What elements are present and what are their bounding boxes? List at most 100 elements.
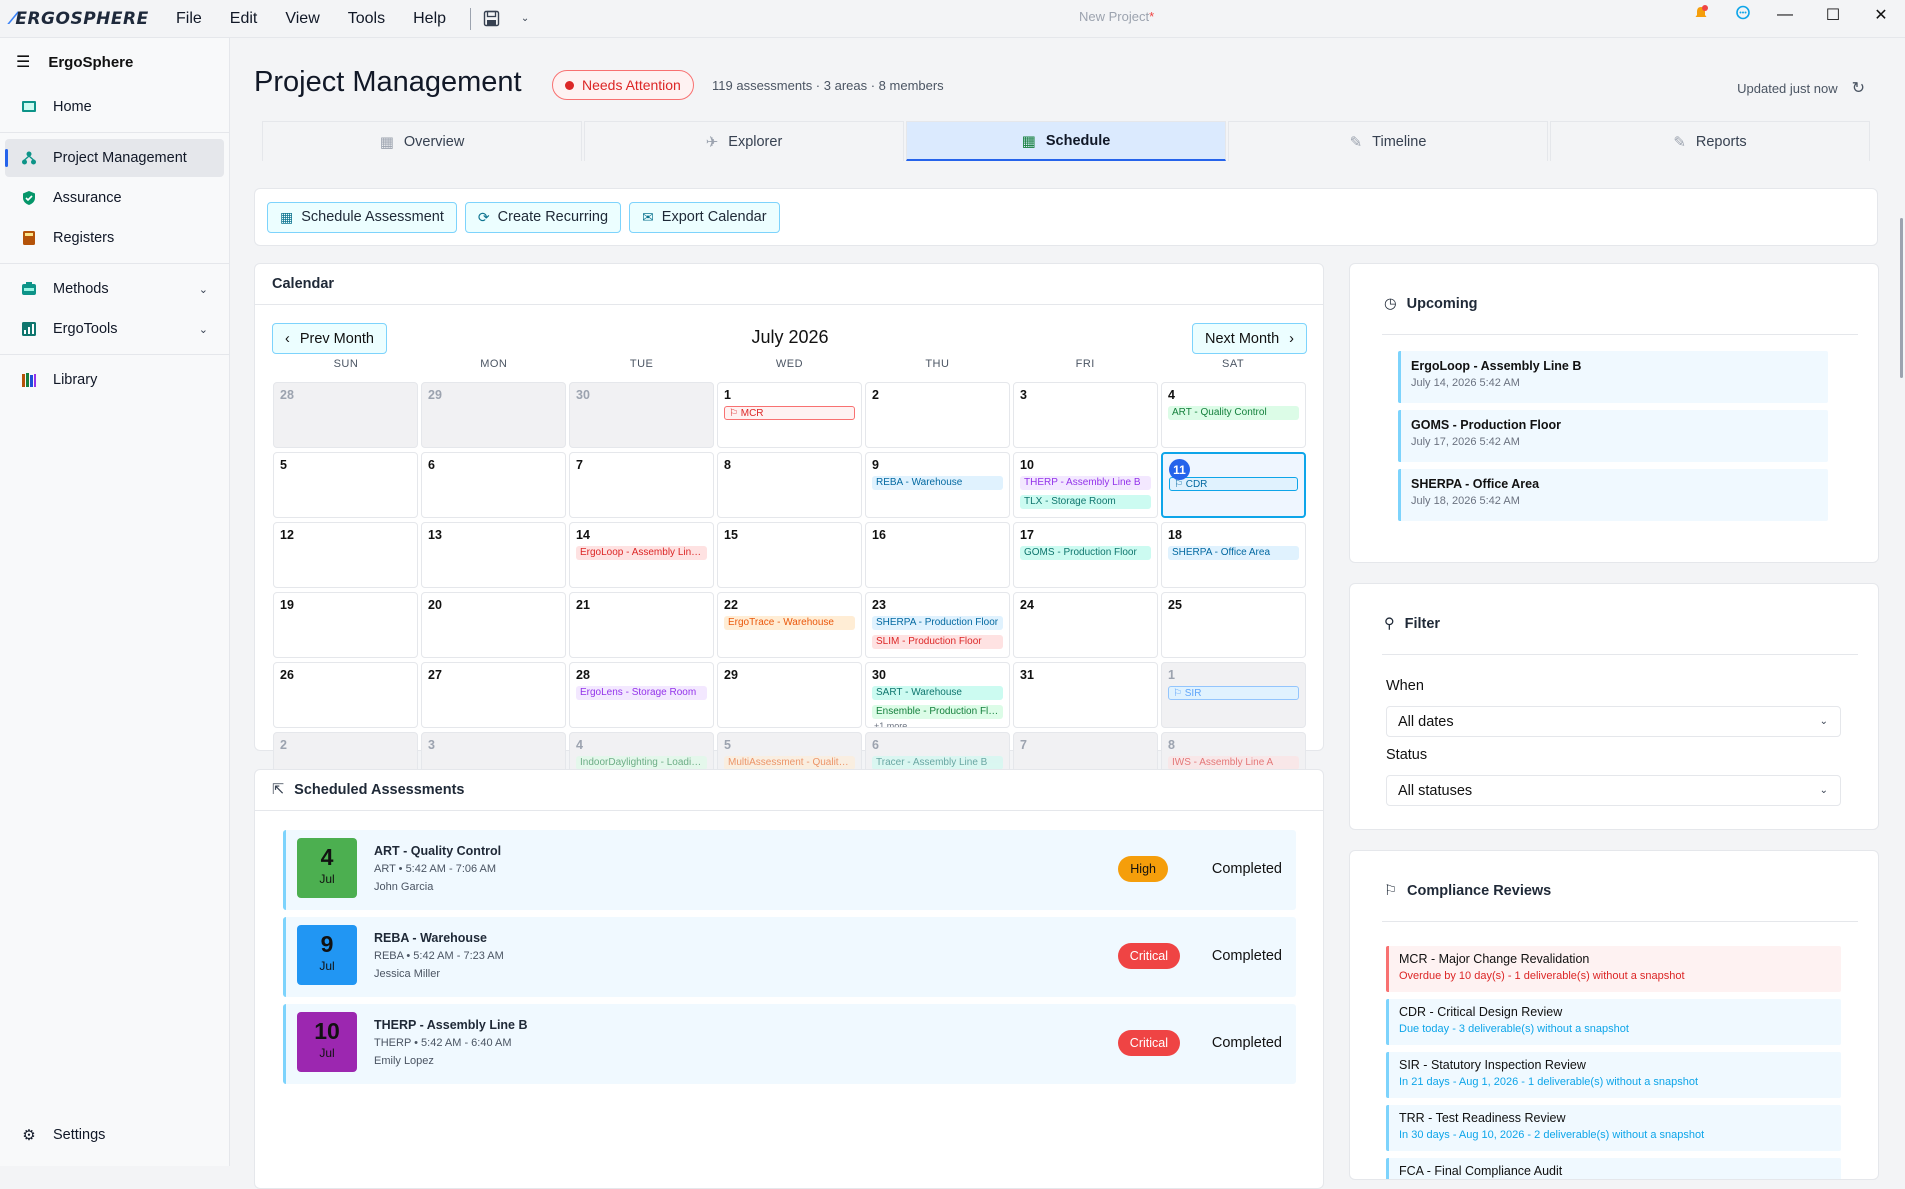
sidebar-item-assurance[interactable]: Assurance	[5, 179, 224, 217]
calendar-event[interactable]: IndoorDaylighting - Loading Bay	[576, 756, 707, 770]
chevron-down-icon[interactable]: ⌄	[515, 9, 535, 29]
upcoming-item[interactable]: GOMS - Production Floor July 17, 2026 5:…	[1398, 410, 1828, 462]
calendar-day[interactable]: 29	[717, 662, 862, 728]
compliance-review-item[interactable]: MCR - Major Change Revalidation Overdue …	[1386, 946, 1841, 992]
calendar-day[interactable]: 7	[569, 452, 714, 518]
calendar-day[interactable]: 10 THERP - Assembly Line B TLX - Storage R…	[1013, 452, 1158, 518]
calendar-day[interactable]: 8	[717, 452, 862, 518]
calendar-day[interactable]: 15	[717, 522, 862, 588]
calendar-day[interactable]: 13	[421, 522, 566, 588]
maximize-icon[interactable]: ☐	[1809, 5, 1857, 25]
calendar-day[interactable]: 1 ⚐ SIR	[1161, 662, 1306, 728]
menu-view[interactable]: View	[271, 10, 333, 28]
calendar-day[interactable]: 26	[273, 662, 418, 728]
calendar-day[interactable]: 19	[273, 592, 418, 658]
calendar-event[interactable]: SLIM - Production Floor	[872, 635, 1003, 649]
create-recurring-button[interactable]: ⟳ Create Recurring	[464, 201, 622, 233]
chevron-down-icon[interactable]: ⌄	[199, 283, 208, 296]
calendar-day[interactable]: 9 REBA - Warehouse	[865, 452, 1010, 518]
notification-bell-icon[interactable]	[1677, 4, 1725, 26]
calendar-day[interactable]: 4 ART - Quality Control	[1161, 382, 1306, 448]
tab-overview[interactable]: ▦ Overview	[262, 121, 582, 161]
calendar-event[interactable]: MultiAssessment - Quality Control	[724, 756, 855, 770]
compliance-review-item[interactable]: CDR - Critical Design Review Due today -…	[1386, 999, 1841, 1045]
calendar-event[interactable]: TLX - Storage Room	[1020, 495, 1151, 509]
compliance-review-item[interactable]: SIR - Statutory Inspection Review In 21 …	[1386, 1052, 1841, 1098]
calendar-event[interactable]: ErgoTrace - Warehouse	[724, 616, 855, 630]
compliance-review-item[interactable]: FCA - Final Compliance Audit	[1386, 1158, 1841, 1179]
calendar-day[interactable]: 29	[421, 382, 566, 448]
refresh-icon[interactable]: ↻	[1852, 78, 1865, 98]
menu-tools[interactable]: Tools	[334, 10, 399, 28]
calendar-day[interactable]: 12	[273, 522, 418, 588]
calendar-day[interactable]: 3	[1013, 382, 1158, 448]
calendar-day[interactable]: 18 SHERPA - Office Area	[1161, 522, 1306, 588]
sidebar-item-methods[interactable]: Methods ⌄	[5, 270, 224, 308]
calendar-event[interactable]: ErgoLens - Storage Room	[576, 686, 707, 700]
calendar-event[interactable]: SART - Warehouse	[872, 686, 1003, 700]
calendar-event[interactable]: ErgoLoop - Assembly Line B	[576, 546, 707, 560]
calendar-day[interactable]: 16	[865, 522, 1010, 588]
menu-edit[interactable]: Edit	[216, 10, 272, 28]
export-calendar-button[interactable]: ✉ Export Calendar	[629, 201, 780, 233]
calendar-day[interactable]: 5	[273, 452, 418, 518]
close-icon[interactable]: ✕	[1857, 5, 1905, 25]
when-select[interactable]: All dates ⌄	[1386, 706, 1841, 737]
calendar-event[interactable]: ART - Quality Control	[1168, 406, 1299, 420]
tab-schedule[interactable]: ▦ Schedule	[906, 121, 1226, 161]
status-select[interactable]: All statuses ⌄	[1386, 775, 1841, 806]
sidebar-item-project-management[interactable]: Project Management	[5, 139, 224, 177]
calendar-day-today[interactable]: 11 ⚐ CDR	[1161, 452, 1306, 518]
calendar-day[interactable]: 6	[421, 452, 566, 518]
tab-reports[interactable]: ✎ Reports	[1550, 121, 1870, 161]
scrollbar[interactable]	[1900, 218, 1903, 378]
calendar-day[interactable]: 25	[1161, 592, 1306, 658]
calendar-event[interactable]: REBA - Warehouse	[872, 476, 1003, 490]
calendar-day[interactable]: 30 SART - Warehouse Ensemble - Production …	[865, 662, 1010, 728]
save-icon[interactable]	[481, 9, 501, 29]
calendar-day[interactable]: 28 ErgoLens - Storage Room	[569, 662, 714, 728]
calendar-day[interactable]: 2	[865, 382, 1010, 448]
menu-file[interactable]: File	[162, 10, 216, 28]
sidebar-item-settings[interactable]: ⚙ Settings	[5, 1116, 225, 1154]
sidebar-item-home[interactable]: Home	[5, 88, 224, 126]
scheduled-assessment-row[interactable]: 9 Jul REBA - Warehouse REBA • 5:42 AM - …	[283, 917, 1296, 997]
compliance-review-item[interactable]: TRR - Test Readiness Review In 30 days -…	[1386, 1105, 1841, 1151]
calendar-event[interactable]: GOMS - Production Floor	[1020, 546, 1151, 560]
calendar-event[interactable]: SHERPA - Production Floor	[872, 616, 1003, 630]
calendar-event[interactable]: Ensemble - Production Floor	[872, 705, 1003, 719]
more-events-link[interactable]: +1 more	[872, 721, 1003, 727]
sidebar-item-ergotools[interactable]: ErgoTools ⌄	[5, 310, 224, 348]
upcoming-item[interactable]: SHERPA - Office Area July 18, 2026 5:42 …	[1398, 469, 1828, 521]
calendar-day[interactable]: 30	[569, 382, 714, 448]
sidebar-item-registers[interactable]: Registers	[5, 219, 224, 257]
sidebar-item-library[interactable]: Library	[5, 361, 224, 399]
tab-timeline[interactable]: ✎ Timeline	[1228, 121, 1548, 161]
minimize-icon[interactable]: —	[1761, 6, 1809, 24]
schedule-assessment-button[interactable]: ▦ Schedule Assessment	[267, 201, 457, 233]
calendar-day[interactable]: 22 ErgoTrace - Warehouse	[717, 592, 862, 658]
calendar-day[interactable]: 24	[1013, 592, 1158, 658]
calendar-day[interactable]: 27	[421, 662, 566, 728]
calendar-day[interactable]: 17 GOMS - Production Floor	[1013, 522, 1158, 588]
calendar-day[interactable]: 21	[569, 592, 714, 658]
calendar-day[interactable]: 31	[1013, 662, 1158, 728]
calendar-day[interactable]: 23 SHERPA - Production Floor SLIM - Produc…	[865, 592, 1010, 658]
calendar-event[interactable]: THERP - Assembly Line B	[1020, 476, 1151, 490]
scheduled-assessment-row[interactable]: 10 Jul THERP - Assembly Line B THERP • 5…	[283, 1004, 1296, 1084]
scheduled-assessment-row[interactable]: 4 Jul ART - Quality Control ART • 5:42 A…	[283, 830, 1296, 910]
hamburger-icon[interactable]: ☰	[16, 52, 30, 72]
calendar-day[interactable]: 20	[421, 592, 566, 658]
calendar-event[interactable]: IWS - Assembly Line A	[1168, 756, 1299, 770]
calendar-event[interactable]: SHERPA - Office Area	[1168, 546, 1299, 560]
chevron-down-icon[interactable]: ⌄	[199, 323, 208, 336]
upcoming-item[interactable]: ErgoLoop - Assembly Line B July 14, 2026…	[1398, 351, 1828, 403]
calendar-event[interactable]: ⚐ SIR	[1168, 686, 1299, 700]
calendar-day[interactable]: 28	[273, 382, 418, 448]
calendar-event[interactable]: ⚐ MCR	[724, 406, 855, 420]
calendar-event[interactable]: Tracer - Assembly Line B	[872, 756, 1003, 770]
menu-help[interactable]: Help	[399, 10, 460, 28]
chat-icon[interactable]	[1725, 5, 1761, 26]
calendar-event[interactable]: ⚐ CDR	[1169, 477, 1298, 491]
calendar-day[interactable]: 14 ErgoLoop - Assembly Line B	[569, 522, 714, 588]
